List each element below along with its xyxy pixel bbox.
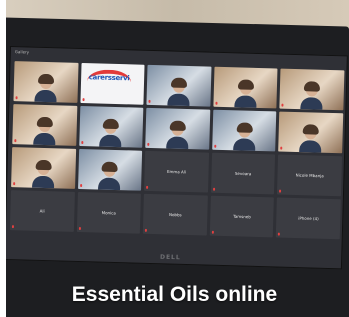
logo-text: carersservi	[88, 73, 130, 83]
participant-name: Sevoara	[234, 170, 252, 177]
participant-video-tile[interactable]	[213, 66, 278, 109]
participant-name-tile[interactable]: Sevoara	[210, 152, 276, 195]
muted-mic-icon	[80, 141, 83, 145]
muted-mic-icon	[280, 146, 283, 150]
muted-mic-icon	[78, 226, 81, 231]
participant-avatar	[166, 120, 189, 150]
muted-mic-icon	[215, 101, 218, 105]
muted-mic-icon	[279, 189, 282, 193]
participant-avatar	[300, 81, 324, 110]
participant-name: Emma Ali	[166, 168, 187, 175]
participant-avatar	[167, 77, 190, 107]
participant-video-tile[interactable]	[11, 147, 76, 189]
participant-video-tile[interactable]	[145, 107, 211, 150]
laptop-brand-logo: DELL	[159, 253, 181, 262]
image-border	[0, 0, 6, 317]
caption-text: Essential Oils online	[71, 283, 278, 306]
participant-name-tile[interactable]: Monica	[76, 191, 142, 234]
muted-mic-icon	[13, 182, 16, 186]
participant-name: Nobbs	[168, 212, 182, 218]
participant-avatar	[99, 118, 123, 148]
muted-mic-icon	[146, 185, 149, 189]
participant-name-tile[interactable]: Nobbs	[142, 193, 208, 236]
photo-backdrop: Gallery carersservi Emma Ali Sevoara Nicole…	[0, 0, 349, 317]
muted-mic-icon	[211, 230, 214, 234]
muted-mic-icon	[214, 144, 217, 148]
participant-video-tile[interactable]	[279, 68, 345, 111]
muted-mic-icon	[82, 98, 85, 102]
participant-name-tile[interactable]: iPhone (4)	[276, 197, 341, 240]
laptop-screen: Gallery carersservi Emma Ali Sevoara Nicole…	[4, 46, 348, 270]
muted-mic-icon	[11, 225, 14, 229]
participant-video-tile[interactable]	[78, 105, 144, 148]
participant-name: Ali	[39, 208, 45, 214]
participant-name: Tamsneb	[232, 213, 251, 220]
participant-video-tile[interactable]	[12, 104, 77, 146]
participant-video-tile[interactable]	[146, 64, 212, 107]
participant-avatar	[34, 73, 57, 103]
muted-mic-icon	[79, 184, 82, 188]
participant-avatar	[33, 116, 56, 146]
participant-name-tile[interactable]: Emma Ali	[144, 150, 209, 193]
participant-name: iPhone (4)	[298, 215, 319, 222]
muted-mic-icon	[281, 103, 284, 107]
muted-mic-icon	[14, 139, 17, 143]
muted-mic-icon	[145, 228, 148, 232]
participant-video-tile[interactable]	[77, 148, 143, 191]
participant-name: Monica	[101, 210, 116, 216]
participant-video-tile[interactable]	[211, 109, 277, 152]
participant-avatar	[233, 79, 257, 108]
muted-mic-icon	[148, 99, 151, 103]
participant-video-tile[interactable]	[278, 111, 344, 154]
muted-mic-icon	[147, 142, 150, 146]
muted-mic-icon	[15, 96, 18, 100]
participant-avatar	[299, 124, 322, 153]
participant-avatar	[98, 161, 121, 191]
participant-name-tile[interactable]: Tamsneb	[209, 195, 275, 238]
muted-mic-icon	[278, 232, 281, 236]
participant-logo-tile[interactable]: carersservi	[80, 62, 145, 105]
participant-video-tile[interactable]	[13, 61, 79, 103]
participant-gallery: carersservi Emma Ali Sevoara Nicole Mbanja A…	[9, 61, 345, 240]
muted-mic-icon	[212, 187, 215, 191]
participant-name-tile[interactable]: Nicole Mbanja	[277, 154, 343, 197]
meeting-window-title: Gallery	[14, 49, 30, 55]
participant-name: Nicole Mbanja	[295, 172, 324, 179]
participant-avatar	[232, 122, 256, 151]
participant-avatar	[31, 159, 55, 189]
participant-name-tile[interactable]: Ali	[9, 190, 75, 232]
